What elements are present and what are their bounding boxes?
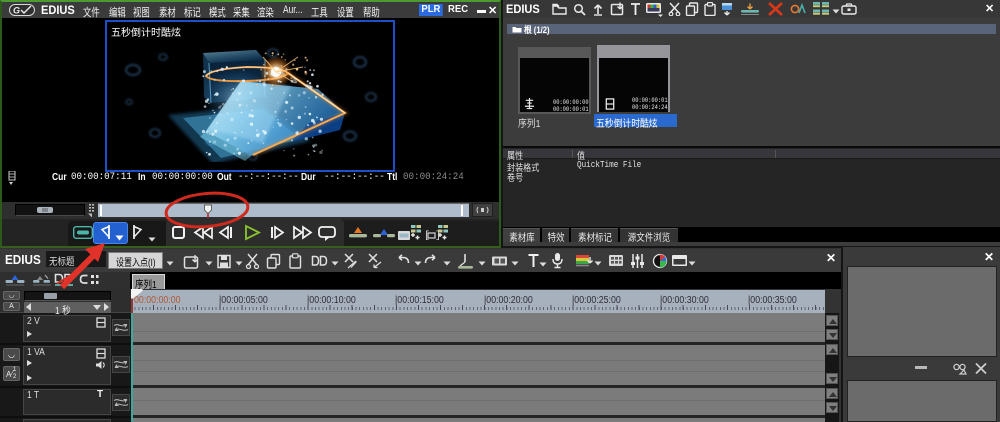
svg-text:[: [ xyxy=(424,230,430,242)
svg-text:G: G xyxy=(13,6,20,16)
